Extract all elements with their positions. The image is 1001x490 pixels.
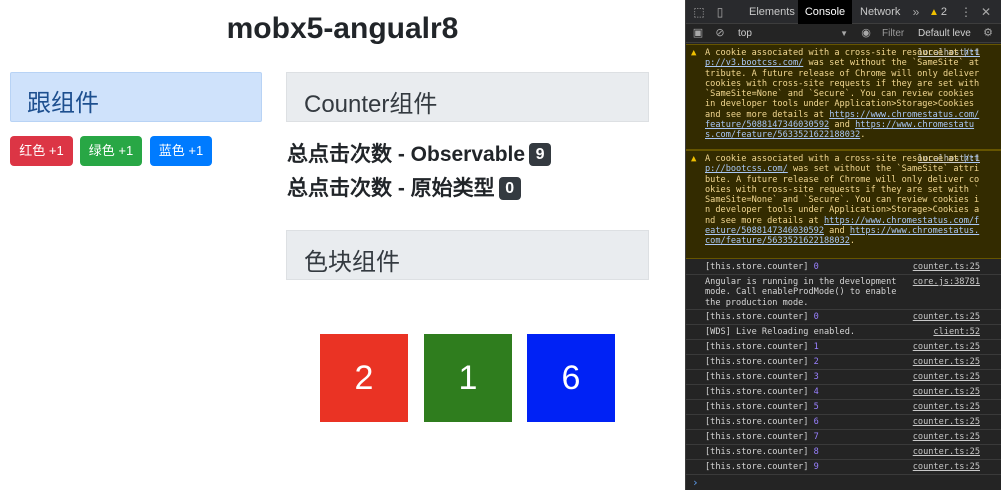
observable-count-label: 总点击次数 - Observable	[287, 143, 526, 166]
log-source-link[interactable]: counter.ts:25	[913, 372, 980, 382]
console-log-row: [this.store.counter] 5 counter.ts:25	[686, 400, 1001, 415]
inspect-element-icon[interactable]: ⬚	[691, 4, 707, 20]
context-value: top	[738, 28, 752, 39]
warning-icon: ▲	[691, 48, 697, 58]
log-source-link[interactable]: counter.ts:25	[913, 417, 980, 427]
chevron-down-icon: ▼	[840, 29, 848, 38]
warning-text: A cookie associated with a cross-site re…	[705, 48, 985, 141]
log-message: [this.store.counter] 0	[705, 262, 819, 272]
log-source-link[interactable]: counter.ts:25	[913, 462, 980, 472]
close-icon[interactable]: ✕	[978, 4, 994, 20]
primitive-count-label: 总点击次数 - 原始类型	[287, 177, 495, 200]
console-log-row: [this.store.counter] 9 counter.ts:25	[686, 460, 1001, 475]
log-message: [this.store.counter] 2	[705, 357, 819, 367]
color-block-component-title: 色块组件	[304, 249, 400, 276]
log-source-link[interactable]: counter.ts:25	[913, 447, 980, 457]
console-toolbar: ▣ ⊘ top ▼ ◉ Filter Default leve ⚙	[686, 24, 1001, 43]
log-message: [this.store.counter] 7	[705, 432, 819, 442]
tab-elements[interactable]: Elements	[749, 0, 795, 24]
page-title: mobx5-angualr8	[226, 12, 459, 45]
counter-component-title: Counter组件	[304, 91, 438, 118]
log-source-link[interactable]: counter.ts:25	[913, 387, 980, 397]
blue-color-block: 6	[527, 334, 615, 422]
red-plus-one-button[interactable]: 红色 +1	[10, 136, 73, 166]
device-toolbar-icon[interactable]: ▯	[712, 4, 728, 20]
console-log-row: [this.store.counter] 7 counter.ts:25	[686, 430, 1001, 445]
more-tabs-icon[interactable]: »	[908, 4, 924, 20]
live-expression-eye-icon[interactable]: ◉	[858, 25, 874, 41]
log-source-link[interactable]: counter.ts:25	[913, 312, 980, 322]
follow-component-panel: 跟组件	[10, 72, 262, 122]
console-log-row: [this.store.counter] 0 counter.ts:25	[686, 310, 1001, 325]
devtools-panel: ⬚ ▯ Elements Console Network » ▲ 2 ⋮ ✕ ▣ …	[685, 0, 1001, 490]
counter-component-panel: Counter组件	[286, 72, 649, 122]
log-levels-dropdown[interactable]: Default leve	[918, 26, 972, 41]
log-message: [this.store.counter] 0	[705, 312, 819, 322]
log-message: [this.store.counter] 4	[705, 387, 819, 397]
log-message: [this.store.counter] 8	[705, 447, 819, 457]
warning-text: A cookie associated with a cross-site re…	[705, 154, 980, 247]
primitive-count-badge: 0	[498, 177, 521, 200]
clear-console-icon[interactable]: ⊘	[712, 25, 728, 41]
warning-icon: ▲	[929, 7, 939, 18]
console-log-row: [this.store.counter] 1 counter.ts:25	[686, 340, 1001, 355]
console-log-row: [this.store.counter] 8 counter.ts:25	[686, 445, 1001, 460]
follow-component-title: 跟组件	[27, 90, 99, 117]
log-message: [this.store.counter] 6	[705, 417, 819, 427]
context-selector[interactable]: top ▼	[738, 27, 848, 40]
green-color-block: 1	[424, 334, 512, 422]
color-block-component-panel: 色块组件	[286, 230, 649, 280]
blue-plus-one-button[interactable]: 蓝色 +1	[150, 136, 212, 166]
log-source-link[interactable]: client:52	[933, 327, 980, 337]
tab-console[interactable]: Console	[798, 0, 852, 24]
gear-icon[interactable]: ⚙	[980, 25, 996, 41]
log-message: [this.store.counter] 1	[705, 342, 819, 352]
observable-count-row: 总点击次数 - Observable 9	[287, 138, 552, 168]
log-message: [this.store.counter] 3	[705, 372, 819, 382]
console-log-row: [this.store.counter] 3 counter.ts:25	[686, 370, 1001, 385]
console-sidebar-icon[interactable]: ▣	[690, 25, 706, 41]
warning-count: 2	[940, 6, 948, 18]
console-warning: ▲ localhost/:1 A cookie associated with …	[686, 150, 1001, 259]
log-source-link[interactable]: counter.ts:25	[913, 402, 980, 412]
red-color-block: 2	[320, 334, 408, 422]
log-source-link[interactable]: counter.ts:25	[913, 342, 980, 352]
log-message: [WDS] Live Reloading enabled.	[705, 327, 856, 337]
primitive-count-row: 总点击次数 - 原始类型 0	[287, 172, 521, 202]
filter-input[interactable]: Filter	[882, 26, 914, 41]
console-log-row: [this.store.counter] 2 counter.ts:25	[686, 355, 1001, 370]
app-viewport: mobx5-angualr8 跟组件 红色 +1 绿色 +1 蓝色 +1 Cou…	[0, 0, 685, 490]
log-message: [this.store.counter] 9	[705, 462, 819, 472]
console-log-row: [this.store.counter] 4 counter.ts:25	[686, 385, 1001, 400]
observable-count-badge: 9	[529, 143, 552, 166]
green-plus-one-button[interactable]: 绿色 +1	[80, 136, 142, 166]
log-message: [this.store.counter] 5	[705, 402, 819, 412]
kebab-menu-icon[interactable]: ⋮	[958, 4, 974, 20]
console-log-row: [this.store.counter] 6 counter.ts:25	[686, 415, 1001, 430]
console-log-row: [WDS] Live Reloading enabled. client:52	[686, 325, 1001, 340]
log-source-link[interactable]: counter.ts:25	[913, 357, 980, 367]
console-log-row: [this.store.counter] 0 counter.ts:25	[686, 260, 1001, 275]
devtools-tab-bar: ⬚ ▯ Elements Console Network » ▲ 2 ⋮ ✕	[686, 0, 1001, 24]
console-prompt[interactable]: ›	[692, 476, 699, 489]
console-log-row: Angular is running in the development mo…	[686, 275, 1001, 310]
warning-count-badge[interactable]: ▲ 2	[929, 0, 947, 24]
log-source-link[interactable]: counter.ts:25	[913, 432, 980, 442]
warning-icon: ▲	[691, 154, 697, 164]
console-warning: ▲ localhost/:1 A cookie associated with …	[686, 44, 1001, 150]
console-output[interactable]: ▲ localhost/:1 A cookie associated with …	[686, 44, 1001, 490]
log-message: Angular is running in the development mo…	[705, 277, 902, 308]
log-source-link[interactable]: core.js:38781	[913, 277, 980, 287]
tab-network[interactable]: Network	[860, 0, 900, 24]
log-source-link[interactable]: counter.ts:25	[913, 262, 980, 272]
